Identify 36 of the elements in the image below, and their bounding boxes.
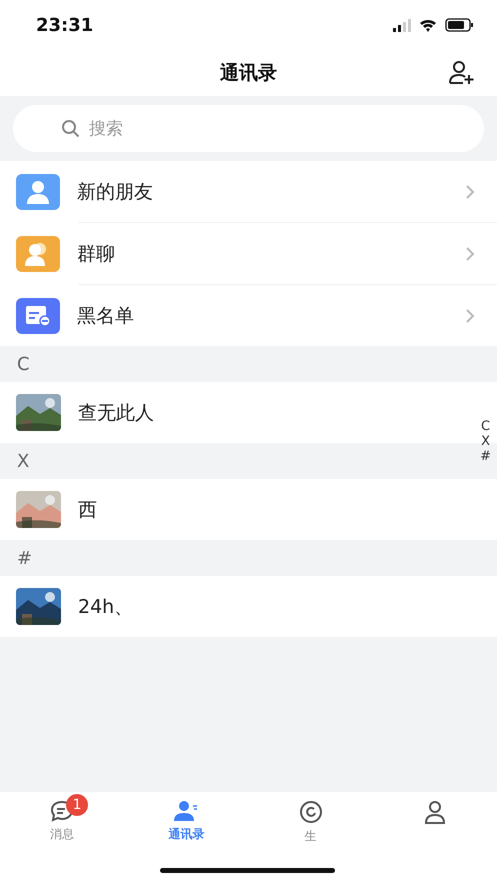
contact-row[interactable]: 查无此人 [0, 382, 475, 443]
add-friend-button[interactable] [449, 60, 475, 86]
search-field[interactable]: 搜索 [13, 105, 484, 152]
entry-label: 新的朋友 [77, 180, 153, 204]
chat-icon [50, 800, 74, 822]
tab[interactable]: 通讯录 [124, 792, 248, 844]
search-icon [61, 118, 81, 138]
chevron-icon [465, 308, 475, 324]
contact-row[interactable]: 24h、 [0, 576, 475, 637]
tab[interactable]: 消息 1 [0, 792, 124, 844]
index-letter[interactable]: # [480, 449, 491, 464]
list-icon [25, 304, 51, 328]
status-time: 23:31 [36, 14, 94, 36]
section-letter: # [17, 548, 32, 568]
contact-name: 查无此人 [78, 400, 154, 426]
page-title: 通讯录 [220, 61, 277, 86]
signal-icon [393, 18, 411, 32]
tab[interactable]: 生 [248, 792, 373, 846]
chevron-icon [465, 246, 475, 262]
wifi-icon [419, 18, 437, 32]
contact-name: 24h、 [78, 594, 134, 620]
contact-name: 西 [78, 498, 97, 522]
index-letter[interactable]: X [481, 434, 490, 449]
chevron-icon [465, 184, 475, 200]
section-letter: C [17, 354, 30, 374]
person-icon [424, 800, 446, 824]
battery-icon [445, 18, 473, 32]
entry-label: 黑名单 [77, 304, 134, 328]
entry-label: 群聊 [77, 242, 115, 266]
section-letter: X [17, 450, 30, 472]
contacts-icon [173, 800, 200, 822]
index-letter[interactable]: C [481, 419, 490, 434]
person-icon [25, 178, 51, 204]
search-input[interactable]: 搜索 [87, 118, 391, 140]
contact-row[interactable]: 西 [0, 479, 475, 540]
unread-badge: 1 [66, 794, 88, 816]
